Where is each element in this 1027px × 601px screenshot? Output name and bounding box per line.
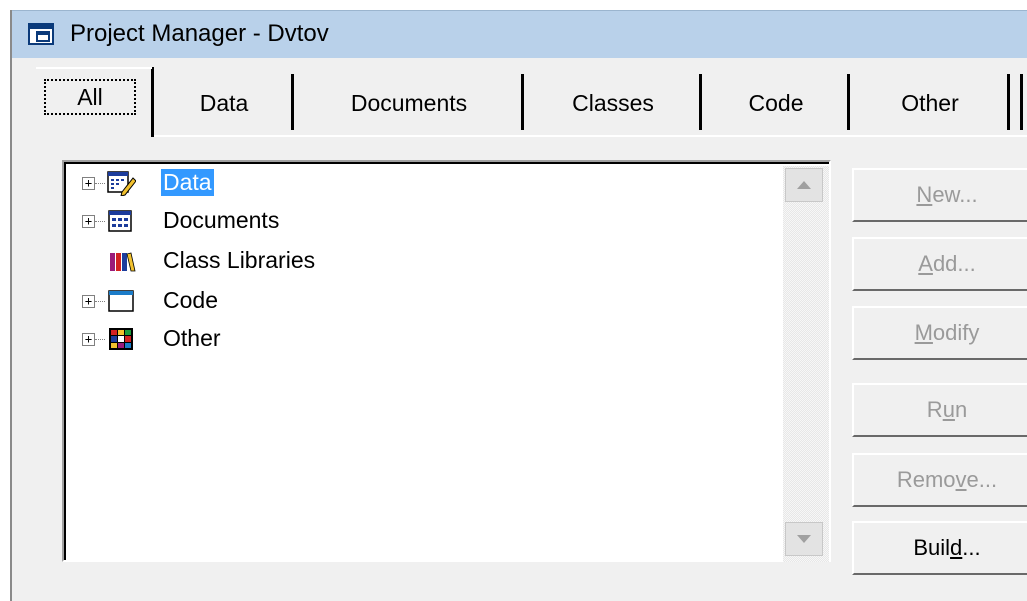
tree-item-label: Documents — [163, 207, 280, 233]
run-button-label-pre: R — [926, 397, 943, 422]
run-button-label-post: n — [954, 397, 968, 422]
expand-icon[interactable]: + — [82, 333, 95, 346]
title-bar[interactable]: Project Manager - Dvtov — [12, 10, 1027, 58]
tab-code-label: Code — [748, 89, 804, 116]
documents-icon — [108, 210, 132, 232]
tab-other-label: Other — [901, 89, 959, 116]
tab-highlight — [36, 67, 152, 69]
expand-icon[interactable]: + — [82, 295, 95, 308]
project-tree[interactable]: + Data + Documents Class Libraries + Cod… — [62, 160, 831, 562]
other-icon — [109, 328, 133, 350]
tab-all[interactable]: All — [36, 67, 154, 137]
tab-other[interactable]: Other — [850, 70, 1010, 136]
project-tree-inner: + Data + Documents Class Libraries + Cod… — [64, 162, 829, 562]
add-button-label-post: dd... — [932, 251, 976, 276]
tree-item-class-libraries[interactable]: Class Libraries — [66, 244, 666, 280]
modify-button-label-post: odify — [932, 320, 980, 345]
scroll-up-icon — [797, 181, 811, 189]
expand-icon[interactable]: + — [82, 215, 95, 228]
tab-focus-rect: All — [44, 79, 136, 115]
run-button[interactable]: Run — [852, 383, 1027, 437]
data-icon — [107, 171, 136, 196]
remove-button-hotkey: v — [955, 467, 967, 492]
tab-documents[interactable]: Documents — [294, 70, 524, 136]
add-button[interactable]: Add... — [852, 237, 1027, 291]
modify-button-hotkey: M — [914, 320, 933, 345]
new-button-label-post: ew... — [932, 182, 978, 207]
modify-button[interactable]: Modify — [852, 306, 1027, 360]
scroll-down-icon — [797, 535, 811, 543]
project-manager-window: Project Manager - Dvtov All Data Documen… — [10, 10, 1027, 601]
tab-data[interactable]: Data — [154, 70, 294, 136]
remove-button-label-pre: Remo — [896, 467, 956, 492]
tab-documents-label: Documents — [350, 89, 468, 116]
tree-connector — [95, 221, 105, 222]
tree-connector — [95, 339, 105, 340]
tab-all-label: All — [77, 83, 103, 110]
new-button[interactable]: New... — [852, 168, 1027, 222]
tree-item-data[interactable]: + Data — [66, 166, 666, 202]
vertical-scrollbar[interactable] — [783, 166, 829, 562]
tab-panel-edge — [154, 135, 1027, 137]
code-icon — [108, 290, 134, 312]
scroll-up-button[interactable] — [785, 168, 823, 202]
remove-button[interactable]: Remo v e... — [852, 453, 1027, 507]
build-button-hotkey: d — [950, 535, 963, 560]
tab-data-label: Data — [199, 89, 249, 116]
tree-item-label: Other — [163, 325, 221, 351]
tab-code[interactable]: Code — [702, 70, 850, 136]
class-libraries-icon — [110, 252, 136, 272]
build-button-label-post: ... — [962, 535, 981, 560]
build-button-label-pre: Buil — [913, 535, 951, 560]
window-title: Project Manager - Dvtov — [70, 20, 329, 47]
scroll-down-button[interactable] — [785, 522, 823, 556]
tree-item-label: Data — [161, 169, 214, 196]
run-button-hotkey: u — [942, 397, 955, 422]
tab-divider — [1020, 74, 1023, 130]
tab-classes[interactable]: Classes — [524, 70, 702, 136]
tree-connector — [95, 183, 105, 184]
tree-item-code[interactable]: + Code — [66, 284, 666, 320]
tree-item-other[interactable]: + Other — [66, 322, 666, 358]
add-button-hotkey: A — [918, 251, 933, 276]
new-button-hotkey: N — [916, 182, 933, 207]
tree-item-documents[interactable]: + Documents — [66, 204, 666, 240]
tree-item-label: Code — [163, 287, 218, 313]
project-manager-icon — [28, 23, 54, 45]
tab-overflow[interactable] — [1010, 70, 1027, 136]
tree-connector — [95, 301, 105, 302]
expand-icon[interactable]: + — [82, 177, 95, 190]
tree-item-label: Class Libraries — [163, 247, 316, 273]
build-button[interactable]: Buil d... — [852, 521, 1027, 575]
tab-classes-label: Classes — [572, 89, 654, 116]
remove-button-label-post: e... — [966, 467, 998, 492]
